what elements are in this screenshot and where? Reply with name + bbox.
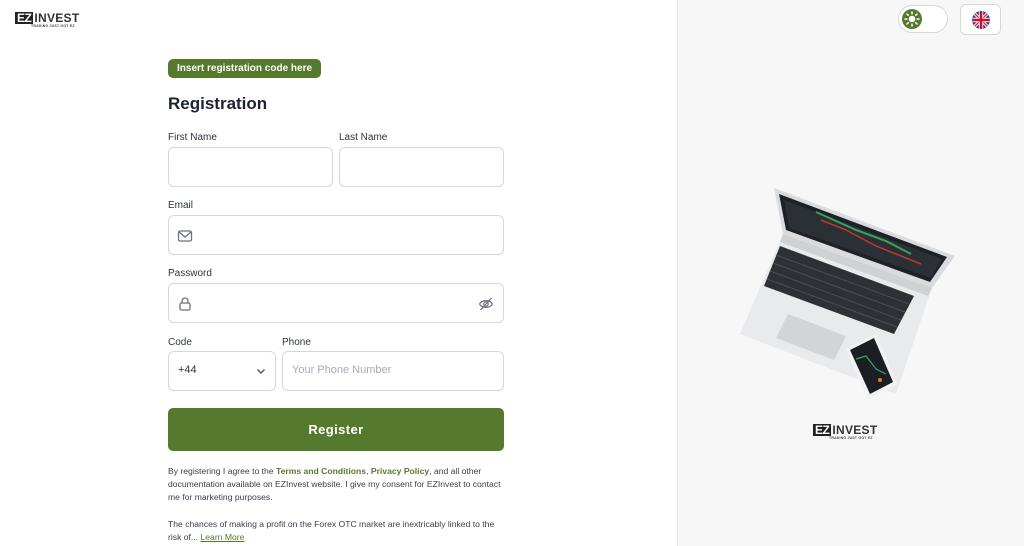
registration-code-button[interactable]: Insert registration code here [168,59,322,78]
brand-logo[interactable]: EZ INVEST TRADING JUST GOT EZ [15,11,80,28]
registration-panel: EZ INVEST TRADING JUST GOT EZ Insert reg… [0,0,677,546]
theme-knob [902,9,922,29]
code-label: Code [168,337,192,348]
risk-text: The chances of making a profit on the Fo… [168,518,504,544]
password-label: Password [168,268,212,279]
email-label: Email [168,200,194,211]
uk-flag-icon [972,11,990,29]
promo-logo: EZ INVEST TRADING JUST GOT EZ [813,423,878,440]
last-name-label: Last Name [339,132,388,143]
lock-icon [179,297,191,311]
password-field[interactable] [168,283,504,323]
sun-icon [904,11,920,27]
learn-more-link[interactable]: Learn More [200,532,244,542]
promo-logo-invest: INVEST [832,423,878,437]
promo-logo-ez: EZ [813,423,832,437]
promo-logo-tagline: TRADING JUST GOT EZ [829,436,873,440]
phone-field[interactable]: Your Phone Number [282,351,504,391]
first-name-label: First Name [168,132,217,143]
last-name-field[interactable] [339,147,504,187]
promo-panel: EZ INVEST TRADING JUST GOT EZ [677,0,1024,546]
language-button[interactable] [960,4,1001,35]
eye-off-icon[interactable] [478,296,494,312]
country-code-select[interactable]: +44 [168,351,276,391]
email-field[interactable] [168,215,504,255]
chevron-down-icon [257,369,265,374]
phone-label: Phone [282,337,311,348]
logo-invest: INVEST [34,11,80,25]
register-button[interactable]: Register [168,408,504,451]
country-code-value: +44 [178,364,197,376]
first-name-field[interactable] [168,147,333,187]
terms-link[interactable]: Terms and Conditions [276,466,366,476]
privacy-link[interactable]: Privacy Policy [371,466,429,476]
page-title: Registration [168,94,268,113]
theme-toggle[interactable] [898,5,948,33]
logo-ez: EZ [15,11,34,25]
phone-placeholder: Your Phone Number [292,364,392,376]
consent-text: By registering I agree to the Terms and … [168,465,504,503]
consent-prefix: By registering I agree to the [168,466,276,476]
logo-tagline: TRADING JUST GOT EZ [31,24,75,28]
laptop-phone-illustration [740,188,955,400]
mail-icon [177,230,193,242]
